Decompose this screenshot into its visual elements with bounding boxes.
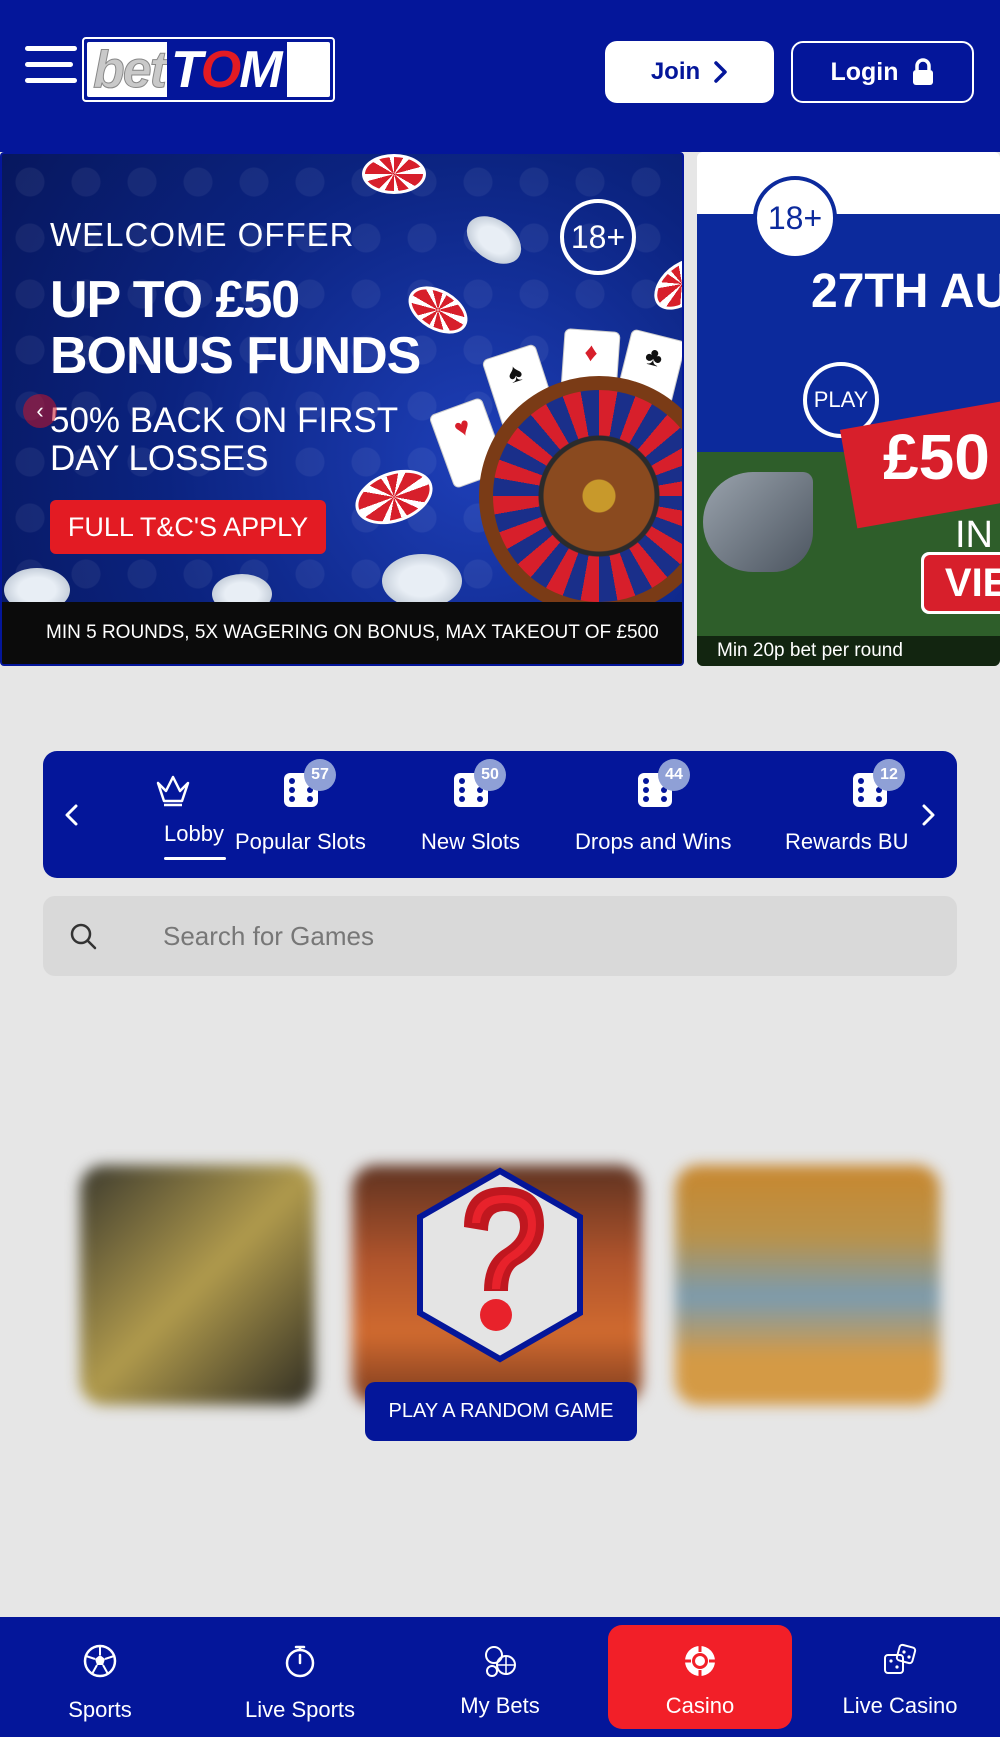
join-label: Join	[650, 58, 701, 85]
coin-decoration	[382, 554, 462, 608]
age-restriction-badge: 18+	[560, 199, 636, 275]
bottom-navigation: Sports Live Sports My Bets Casino Live C…	[0, 1617, 1000, 1737]
dice-pair-icon	[884, 1643, 917, 1674]
nav-live-casino[interactable]: Live Casino	[800, 1617, 1000, 1737]
login-button[interactable]: Login	[791, 41, 974, 103]
casino-chip-icon	[685, 1646, 715, 1676]
game-thumbnail-blurred	[80, 1165, 315, 1405]
nav-label: Casino	[665, 1693, 735, 1718]
bonus-headline: UP TO £50 BONUS FUNDS	[50, 271, 421, 385]
stopwatch-icon	[285, 1645, 315, 1678]
category-rewards[interactable]: 12 Rewards BU	[783, 751, 918, 878]
terms-conditions-button[interactable]: FULL T&C'S APPLY	[50, 500, 326, 554]
category-popular-slots[interactable]: 57 Popular Slots	[233, 751, 388, 878]
join-button[interactable]: Join	[605, 41, 774, 103]
category-lobby[interactable]: Lobby	[121, 751, 226, 878]
banner-terms-footer: Min 20p bet per round	[697, 636, 1000, 666]
nav-label: Sports	[68, 1697, 132, 1722]
view-label: VIEW	[924, 555, 1000, 611]
game-thumbnail-blurred	[675, 1165, 940, 1405]
bonus-subheadline: 50% BACK ON FIRST DAY LOSSES	[50, 401, 398, 478]
view-button[interactable]: VIEW	[921, 552, 1000, 614]
question-mark-icon	[417, 1167, 583, 1363]
dice-icon: 57	[284, 759, 336, 809]
carousel-prev-button[interactable]: ‹	[23, 394, 57, 428]
balls-icon	[485, 1646, 516, 1677]
promo-banner-big-bass[interactable]: 18+ 27TH AU PLAY £50 IN VIEW Min 20p bet…	[697, 152, 1000, 666]
logo-letter-o: O	[200, 40, 241, 99]
active-tab-indicator	[164, 857, 226, 860]
nav-casino[interactable]: Casino	[608, 1625, 792, 1729]
promo-date-title: 27TH AU	[811, 265, 1000, 318]
crown-icon	[156, 775, 190, 807]
category-label: New Slots	[421, 829, 521, 854]
nav-label: My Bets	[460, 1693, 540, 1718]
chevron-right-icon	[714, 61, 727, 83]
banner-terms-footer: MIN 5 ROUNDS, 5X WAGERING ON BONUS, MAX …	[2, 602, 682, 664]
chevron-left-icon	[65, 804, 78, 825]
count-badge: 57	[304, 759, 336, 791]
menu-icon[interactable]	[25, 46, 77, 86]
category-label: Lobby	[164, 821, 224, 846]
play-random-game-button[interactable]: PLAY A RANDOM GAME	[365, 1382, 637, 1441]
category-label: Rewards BU	[785, 829, 909, 854]
login-label: Login	[830, 57, 899, 86]
chevron-right-icon	[922, 804, 935, 825]
search-input[interactable]	[163, 896, 923, 976]
dice-icon: 50	[454, 759, 506, 809]
dice-icon: 12	[853, 759, 905, 809]
welcome-offer-label: WELCOME OFFER	[50, 216, 355, 253]
game-category-nav: Lobby 57 Popular Slots 50 New Slots 44 D…	[43, 751, 957, 878]
game-search-bar	[43, 896, 957, 976]
category-new-slots[interactable]: 50 New Slots	[413, 751, 528, 878]
nav-live-sports[interactable]: Live Sports	[200, 1617, 400, 1737]
chip-decoration	[362, 154, 426, 194]
bettom-logo[interactable]: bet TOM	[82, 37, 335, 102]
whistle-image	[703, 472, 813, 572]
promo-in-text: IN	[955, 514, 993, 556]
search-icon	[70, 923, 97, 950]
category-label: Drops and Wins	[575, 829, 732, 854]
nav-my-bets[interactable]: My Bets	[400, 1617, 600, 1737]
logo-text-bet: bet	[93, 40, 168, 99]
nav-sports[interactable]: Sports	[0, 1617, 200, 1737]
count-badge: 44	[658, 759, 690, 791]
count-badge: 12	[873, 759, 905, 791]
category-label: Popular Slots	[235, 829, 366, 854]
count-badge: 50	[474, 759, 506, 791]
logo-letter-m: M	[239, 40, 282, 99]
site-header: bet TOM Join Login	[0, 0, 1000, 152]
nav-label: Live Casino	[842, 1693, 958, 1718]
logo-text-tom: TOM	[167, 42, 287, 97]
logo-letter-t: T	[171, 40, 203, 99]
lock-icon	[912, 58, 933, 85]
promo-amount: £50	[883, 421, 990, 493]
dice-icon: 44	[638, 759, 690, 809]
nav-label: Live Sports	[244, 1697, 356, 1722]
category-prev-button[interactable]	[51, 751, 91, 878]
promo-banner-welcome-offer[interactable]: ♥ ♠ ♦ ♣ 18+ WELCOME OFFER UP TO £50 BONU…	[0, 152, 684, 666]
category-next-button[interactable]	[909, 751, 949, 878]
category-drops-and-wins[interactable]: 44 Drops and Wins	[573, 751, 743, 878]
age-restriction-badge: 18+	[753, 176, 837, 260]
football-icon	[83, 1644, 117, 1678]
